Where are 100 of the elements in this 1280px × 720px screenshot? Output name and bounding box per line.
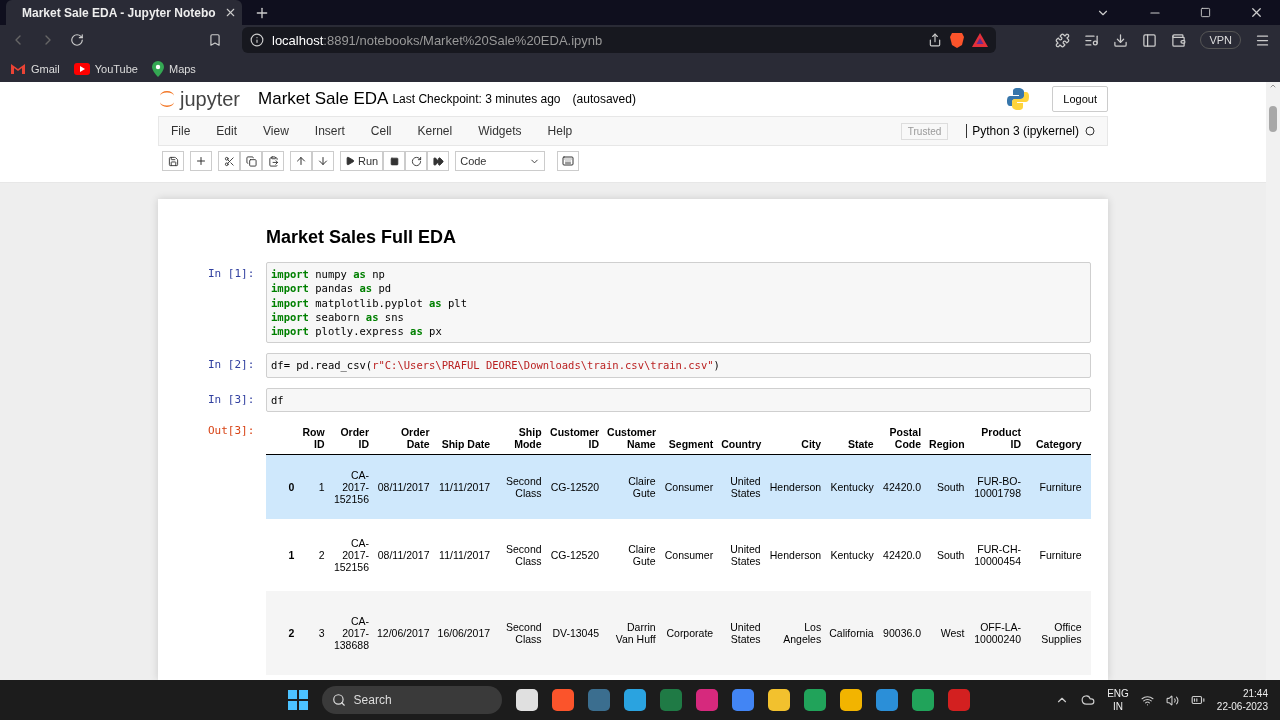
table-cell: Furniture: [1025, 454, 1086, 520]
autosave-status: (autosaved): [572, 92, 636, 106]
taskbar-search[interactable]: Search: [321, 686, 502, 714]
menu-item[interactable]: Kernel: [417, 124, 466, 138]
table-cell: Henderson: [764, 454, 826, 520]
menu-item[interactable]: File: [171, 124, 204, 138]
plus-icon: [195, 155, 207, 167]
table-cell: DV-13045: [545, 591, 604, 676]
menu-item[interactable]: Help: [547, 124, 586, 138]
run-button[interactable]: Run: [340, 151, 384, 171]
app-icon[interactable]: [623, 689, 646, 711]
menu-item[interactable]: Edit: [216, 124, 251, 138]
table-cell: United States: [717, 454, 765, 520]
column-header: Customer ID: [545, 422, 604, 455]
keyboard-button[interactable]: [557, 151, 580, 171]
app-icon[interactable]: [767, 689, 790, 711]
play-icon: [73, 62, 90, 75]
app-icon[interactable]: [803, 689, 826, 711]
sidebar-icon[interactable]: [1142, 32, 1158, 48]
wallet-icon[interactable]: [1171, 32, 1187, 48]
save-button[interactable]: [162, 151, 184, 171]
close-icon[interactable]: [1249, 5, 1264, 20]
column-header: Country: [717, 422, 765, 455]
bookmark-link[interactable]: Maps: [151, 60, 196, 77]
table-cell: CG-12520: [545, 519, 604, 592]
copy-button[interactable]: [240, 151, 262, 171]
kernel-name[interactable]: Python 3 (ipykernel): [966, 124, 1079, 138]
cloud-icon[interactable]: [1081, 693, 1096, 707]
trusted-badge: Trusted: [900, 122, 949, 140]
wifi-icon[interactable]: [1140, 693, 1154, 707]
puzzle-icon[interactable]: [1055, 32, 1071, 48]
logout-button[interactable]: Logout: [1052, 86, 1108, 112]
fast-forward-icon: [432, 155, 444, 167]
code-cell[interactable]: df= pd.read_csv(r"C:\Users\PRAFUL DEORE\Downloads\train.csv\train.csv"): [266, 353, 1091, 378]
browser-tab[interactable]: Market Sale EDA - Jupyter Notebo: [6, 0, 242, 25]
cut-button[interactable]: [218, 151, 240, 171]
download-icon[interactable]: [1113, 32, 1129, 48]
table-cell: OFF-LA-10000240: [968, 591, 1025, 676]
bookmark-link[interactable]: Gmail: [10, 62, 60, 75]
address-bar[interactable]: localhost:8891/notebooks/Market%20Sale%20EDA.ipynb: [242, 27, 996, 53]
table-cell: Darrin Van Huff: [603, 591, 660, 676]
code-cell[interactable]: import numpy as np import pandas as pd import matplotlib.pyplot as plt import seaborn as sns import plotly.express as px: [266, 262, 1091, 344]
share-icon[interactable]: [928, 33, 942, 47]
table-cell: CG-12520: [545, 454, 604, 520]
notebook-title[interactable]: Market Sale EDA: [258, 89, 389, 109]
cut-icon: [223, 155, 235, 167]
table-cell: CA-2017-152156: [328, 454, 373, 520]
search-icon: [331, 693, 346, 707]
bookmark-link[interactable]: YouTube: [73, 62, 138, 75]
menu-icon[interactable]: [1255, 32, 1270, 48]
language-indicator[interactable]: ENG IN: [1107, 687, 1129, 713]
table-cell: CA-2017-152156: [328, 519, 373, 592]
fast-forward-button[interactable]: [427, 151, 450, 171]
stop-button[interactable]: [383, 151, 406, 171]
scrollbar-thumb[interactable]: [1269, 106, 1277, 132]
menu-item[interactable]: View: [263, 124, 302, 138]
triangle-icon[interactable]: [972, 33, 988, 47]
kernel-status-icon: [1085, 126, 1095, 136]
table-cell: 12/06/2017: [373, 591, 434, 676]
reload-icon[interactable]: [70, 33, 84, 47]
move-down-button[interactable]: [312, 151, 334, 171]
menu-item[interactable]: Insert: [314, 124, 358, 138]
app-icon[interactable]: [911, 689, 934, 711]
mail-icon: [10, 62, 26, 75]
table-cell: California: [825, 591, 878, 676]
menu-item[interactable]: Cell: [370, 124, 405, 138]
info-icon: [250, 33, 264, 47]
bookmark-label: Gmail: [31, 62, 60, 75]
notebook-heading: Market Sales Full EDA: [266, 227, 458, 248]
volume-icon[interactable]: [1165, 693, 1179, 707]
table-cell: Second Class: [494, 519, 546, 592]
playlist-icon[interactable]: [1084, 32, 1100, 48]
start-icon[interactable]: [287, 690, 308, 710]
row-index: 2: [266, 591, 299, 676]
battery-icon[interactable]: [1190, 693, 1205, 707]
code-cell[interactable]: df: [266, 387, 1091, 413]
paste-button[interactable]: [262, 151, 284, 171]
output-prompt: Out[3]:: [208, 423, 256, 438]
app-icon[interactable]: [839, 689, 862, 711]
move-up-button[interactable]: [290, 151, 312, 171]
column-header: Customer Name: [603, 422, 660, 455]
maximize-icon[interactable]: [1200, 5, 1211, 20]
bookmark-icon[interactable]: [208, 33, 222, 47]
insert-cell-button[interactable]: [190, 151, 212, 171]
app-icon[interactable]: [515, 689, 538, 711]
snake-logo-icon: [1006, 87, 1031, 111]
table-cell: South: [925, 454, 969, 520]
table-cell: 08/11/2017: [373, 519, 434, 592]
clock[interactable]: 21:44 22-06-2023: [1216, 687, 1268, 713]
column-header: City: [764, 422, 826, 455]
table-cell: Consumer: [659, 519, 718, 592]
table-cell: 16/06/2017: [433, 591, 495, 676]
menu-item[interactable]: Widgets: [478, 124, 535, 138]
bookmark-label: Maps: [168, 62, 196, 75]
scroll-up-icon[interactable]: [1269, 82, 1277, 90]
arrow-up-icon: [295, 155, 307, 167]
table-cell: 3: [298, 591, 329, 676]
restart-button[interactable]: [405, 151, 428, 171]
cell-type-select[interactable]: Code: [455, 151, 546, 171]
table-cell: FUR-BO-10001798: [968, 454, 1025, 520]
